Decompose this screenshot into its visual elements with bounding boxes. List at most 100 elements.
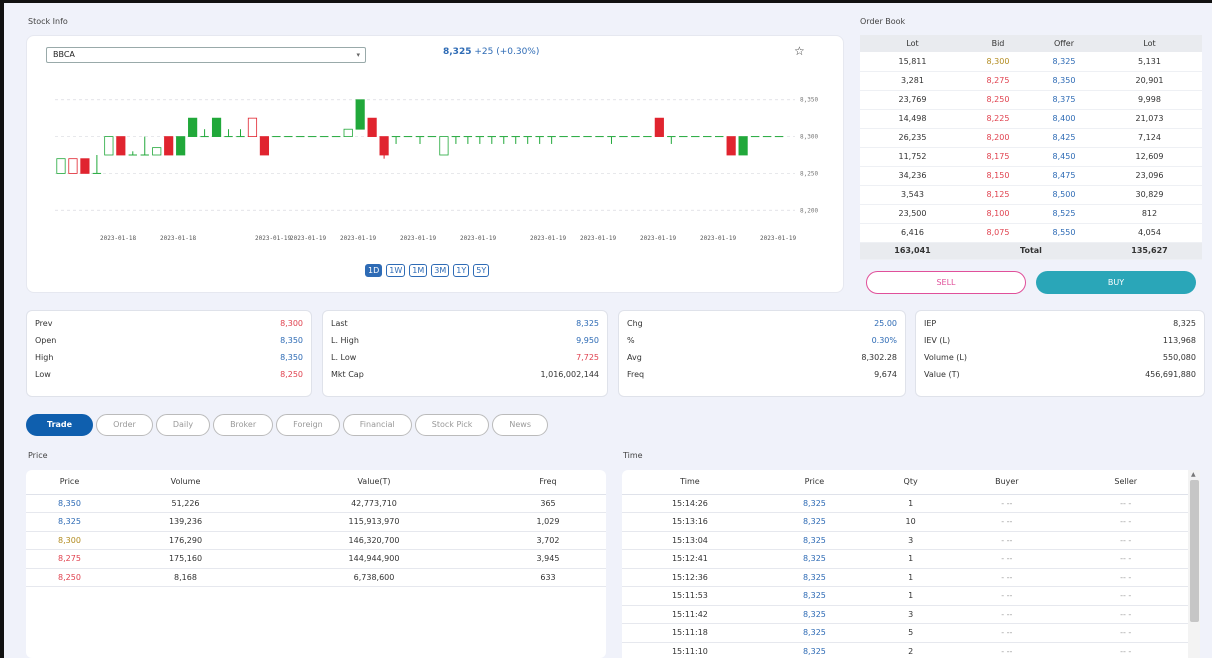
order-book-row[interactable]: 23,500 8,100 8,525 812 (860, 204, 1202, 224)
stat-label: High (35, 353, 54, 362)
trade-row[interactable]: 15:11:10 8,325 2- -- -- - (622, 642, 1188, 658)
stat-label: % (627, 336, 635, 345)
trade-row[interactable]: 15:11:42 8,325 3- -- -- - (622, 605, 1188, 624)
candle (211, 117, 222, 137)
ob-offer-price[interactable]: 8,525 (1030, 204, 1097, 224)
ob-offer-price[interactable]: 8,325 (1030, 52, 1097, 72)
tab-foreign[interactable]: Foreign (276, 414, 340, 436)
tab-broker[interactable]: Broker (213, 414, 274, 436)
trade-row[interactable]: 15:13:04 8,325 3- -- -- - (622, 531, 1188, 550)
ob-offer-price[interactable]: 8,475 (1030, 166, 1097, 186)
ob-offer-price[interactable]: 8,500 (1030, 185, 1097, 205)
candle-body (355, 99, 365, 130)
ob-bid-lot: 6,416 (860, 223, 965, 243)
candle (439, 136, 449, 156)
buy-button[interactable]: BUY (1036, 271, 1196, 294)
ob-bid-lot: 11,752 (860, 147, 965, 167)
candle (247, 117, 258, 137)
order-book-row[interactable]: 26,235 8,200 8,425 7,124 (860, 128, 1202, 148)
ob-bid-price[interactable]: 8,300 (964, 52, 1031, 72)
candle-body (738, 136, 748, 156)
candle-body (654, 117, 664, 137)
tab-trade[interactable]: Trade (26, 414, 94, 436)
order-book-row[interactable]: 14,498 8,225 8,400 21,073 (860, 109, 1202, 129)
range-button-1w[interactable]: 1W (386, 264, 406, 277)
tab-order[interactable]: Order (96, 414, 153, 436)
order-book-row[interactable]: 11,752 8,175 8,450 12,609 (860, 147, 1202, 167)
ob-offer-lot: 23,096 (1096, 166, 1202, 186)
ob-offer-price[interactable]: 8,550 (1030, 223, 1097, 243)
stat-label: Chg (627, 319, 643, 328)
ob-offer-price[interactable]: 8,350 (1030, 71, 1097, 91)
ob-offer-price[interactable]: 8,400 (1030, 109, 1097, 129)
candle (463, 136, 473, 144)
price-row[interactable]: 8,325 139,236 115,913,970 1,029 (26, 512, 606, 532)
price-row[interactable]: 8,250 8,168 6,738,600 633 (26, 568, 606, 587)
ob-bid-price[interactable]: 8,250 (964, 90, 1031, 110)
ob-bid-price[interactable]: 8,175 (964, 147, 1031, 167)
symbol-select[interactable]: BBCA ▾ (46, 47, 366, 63)
price-cell: 8,325 (26, 512, 113, 532)
star-icon[interactable]: ☆ (794, 44, 805, 58)
window-top-border (0, 0, 1212, 3)
tab-news[interactable]: News (492, 414, 548, 436)
stat-label: Avg (627, 353, 642, 362)
range-button-1d[interactable]: 1D (365, 264, 383, 277)
y-tick-label: 8,350 (800, 97, 818, 104)
time-col-time: Time (622, 470, 758, 495)
range-button-1y[interactable]: 1Y (453, 264, 470, 277)
order-book-row[interactable]: 3,543 8,125 8,500 30,829 (860, 185, 1202, 205)
trade-row[interactable]: 15:12:41 8,325 1- -- -- - (622, 549, 1188, 569)
tab-financial[interactable]: Financial (342, 414, 412, 436)
candle (379, 136, 389, 159)
range-button-3m[interactable]: 3M (431, 264, 450, 277)
order-book-row[interactable]: 34,236 8,150 8,475 23,096 (860, 166, 1202, 186)
tab-stock-pick[interactable]: Stock Pick (414, 414, 490, 436)
order-book-row[interactable]: 15,811 8,300 8,325 5,131 (860, 52, 1202, 72)
ob-bid-price[interactable]: 8,075 (964, 223, 1031, 243)
candle-body (68, 158, 78, 174)
ob-bid-price[interactable]: 8,200 (964, 128, 1031, 148)
ob-offer-price[interactable]: 8,450 (1030, 147, 1097, 167)
trade-row[interactable]: 15:11:53 8,325 1- -- -- - (622, 586, 1188, 606)
symbol-select-value: BBCA (53, 50, 75, 59)
trade-row[interactable]: 15:11:18 8,325 5- -- -- - (622, 623, 1188, 643)
buyer-cell: - -- (950, 605, 1064, 624)
scroll-thumb[interactable] (1190, 480, 1199, 622)
price-row[interactable]: 8,350 51,226 42,773,710 365 (26, 494, 606, 513)
scroll-up-icon[interactable]: ▲ (1191, 471, 1196, 478)
sell-button[interactable]: SELL (866, 271, 1026, 294)
ob-offer-price[interactable]: 8,375 (1030, 90, 1097, 110)
candle (188, 117, 198, 137)
candle-body (56, 158, 66, 174)
ob-bid-price[interactable]: 8,100 (964, 204, 1031, 224)
ob-bid-price[interactable]: 8,150 (964, 166, 1031, 186)
range-button-5y[interactable]: 5Y (473, 264, 490, 277)
time-cell: 15:11:53 (622, 586, 758, 606)
ob-bid-price[interactable]: 8,275 (964, 71, 1031, 91)
ob-bid-lot: 14,498 (860, 109, 965, 129)
seller-cell: -- - (1063, 494, 1188, 513)
candle (391, 136, 401, 144)
ob-bid-lot: 3,281 (860, 71, 965, 91)
time-col-seller: Seller (1063, 470, 1188, 495)
range-button-1m[interactable]: 1M (409, 264, 428, 277)
price-row[interactable]: 8,300 176,290 146,320,700 3,702 (26, 531, 606, 550)
trade-row[interactable]: 15:14:26 8,325 1- -- -- - (622, 494, 1188, 513)
order-book-row[interactable]: 3,281 8,275 8,350 20,901 (860, 71, 1202, 91)
candle (654, 117, 664, 137)
tab-daily[interactable]: Daily (155, 414, 211, 436)
time-table-scrollbar[interactable]: ▲ (1188, 470, 1200, 658)
order-book-row[interactable]: 6,416 8,075 8,550 4,054 (860, 223, 1202, 243)
price-cell: 8,250 (26, 568, 113, 587)
candle (80, 158, 90, 174)
ob-bid-price[interactable]: 8,225 (964, 109, 1031, 129)
ob-offer-price[interactable]: 8,425 (1030, 128, 1097, 148)
ob-bid-price[interactable]: 8,125 (964, 185, 1031, 205)
price-cell: 8,300 (26, 531, 113, 550)
trade-row[interactable]: 15:12:36 8,325 1- -- -- - (622, 568, 1188, 587)
price-row[interactable]: 8,275 175,160 144,944,900 3,945 (26, 549, 606, 569)
order-book-row[interactable]: 23,769 8,250 8,375 9,998 (860, 90, 1202, 110)
stat-value: 9,674 (874, 370, 897, 379)
trade-row[interactable]: 15:13:16 8,325 10- -- -- - (622, 512, 1188, 532)
